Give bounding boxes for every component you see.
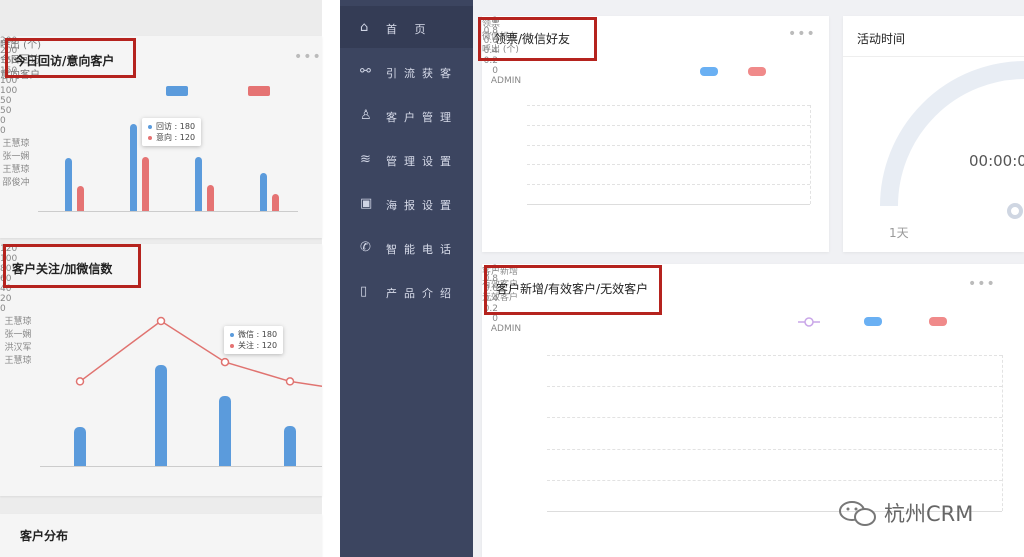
grid-line — [547, 386, 1002, 388]
tooltip-line: 微信 : 180 — [230, 329, 277, 340]
sidebar-item-2[interactable]: ⚯ 引流获客 — [340, 52, 473, 92]
bar — [259, 173, 267, 211]
layers-icon: ≋ — [360, 152, 371, 167]
line-point — [220, 357, 230, 367]
sidebar-item-label: 引流获客 — [386, 67, 458, 80]
line-point — [285, 377, 295, 386]
y-tick-label: 50 — [0, 96, 12, 106]
book-icon: ▯ — [360, 284, 368, 299]
x-tick-label: 邵俊冲 — [2, 178, 30, 188]
home-icon: ⌂ — [360, 20, 369, 35]
bar — [141, 156, 149, 211]
y-tick-label: 0 — [492, 66, 498, 76]
x-tick-label: ADMIN — [490, 324, 522, 334]
x-tick-label: 王慧琼 — [2, 139, 30, 149]
x-tick-label: 王慧琼 — [2, 165, 30, 175]
tooltip: 回访 : 180 意向 : 120 — [142, 118, 202, 146]
sidebar-item-3[interactable]: ♙ 客户管理 — [340, 96, 473, 136]
bar — [206, 185, 214, 211]
highlight-box-visit — [5, 38, 136, 78]
y-tick-label-right: 50 — [0, 106, 12, 116]
sidebar-item-label: 客户管理 — [386, 111, 458, 124]
bar — [64, 157, 72, 211]
y-axis-line — [810, 105, 811, 204]
sidebar-item-label: 产品介绍 — [386, 287, 458, 300]
y-tick-label-right: 100 — [0, 86, 18, 96]
line-series — [79, 320, 322, 387]
x-tick-label: 张一娴 — [2, 152, 30, 162]
distribution-card: 客户分布 — [0, 514, 322, 557]
grid-line — [547, 448, 1002, 450]
sidebar-item-label: 管理设置 — [386, 155, 458, 168]
user-icon: ♙ — [360, 108, 372, 123]
image-icon: ▣ — [360, 196, 373, 211]
sidebar-item-label: 智能电话 — [386, 243, 458, 256]
tooltip-line: 关注 : 120 — [230, 340, 277, 351]
highlight-box-follow — [3, 244, 141, 288]
grid-line — [547, 417, 1002, 419]
x-axis-line — [527, 204, 810, 205]
x-axis-line — [38, 211, 298, 212]
bar — [129, 123, 137, 211]
sidebar-item-label: 海报设置 — [386, 199, 458, 212]
watermark-text: 杭州CRM — [884, 502, 974, 526]
grid-line — [527, 124, 810, 126]
grid-line — [527, 105, 810, 106]
highlight-box-ticket — [478, 17, 597, 61]
sidebar-item-label: 首 页 — [386, 23, 433, 36]
bar — [271, 193, 279, 211]
bar — [76, 185, 84, 211]
sidebar-item-5[interactable]: ▣ 海报设置 — [340, 184, 473, 224]
activity-card: 活动时间 00:00:0 1天 — [843, 16, 1024, 252]
sidebar-item-7[interactable]: ▯ 产品介绍 — [340, 272, 473, 312]
tooltip: 微信 : 180 关注 : 120 — [224, 326, 284, 354]
grid-line — [527, 184, 810, 186]
sidebar-item-1[interactable]: ⌂ 首 页 — [340, 8, 473, 48]
tooltip-line: 意向 : 120 — [148, 132, 195, 143]
x-tick-label: ADMIN — [490, 76, 522, 86]
wechat-icon — [839, 501, 876, 526]
line-point — [156, 316, 166, 326]
grid-line — [547, 355, 1002, 356]
sidebar-item-4[interactable]: ≋ 管理设置 — [340, 140, 473, 180]
grid-line — [527, 144, 810, 146]
share-icon: ⚯ — [360, 64, 371, 79]
activity-day-label: 1天 — [889, 226, 909, 240]
y-tick-label: 0 — [492, 314, 498, 324]
bar — [194, 156, 202, 211]
highlight-box-customer — [484, 265, 662, 315]
line-point — [75, 377, 85, 386]
tooltip-line: 回访 : 180 — [148, 121, 195, 132]
sidebar-item-6[interactable]: ✆ 智能电话 — [340, 228, 473, 268]
y-axis-line — [1002, 355, 1003, 511]
activity-gauge — [880, 61, 1024, 219]
grid-line — [527, 164, 810, 166]
distribution-title: 客户分布 — [20, 529, 69, 543]
grid-line — [547, 479, 1002, 481]
phone-icon: ✆ — [360, 240, 371, 255]
activity-time: 00:00:0 — [969, 152, 1024, 170]
left-panel: 今日回访/意向客户 ••• 呼出 (个) 今日回访 意向客户 200 200 150… — [0, 0, 322, 557]
sidebar: ⌂ 首 页 ⚯ 引流获客 ♙ 客户管理 ≋ 管理设置 ▣ 海报设置 ✆ 智能电话 ▯ 产品介绍 — [340, 0, 473, 557]
